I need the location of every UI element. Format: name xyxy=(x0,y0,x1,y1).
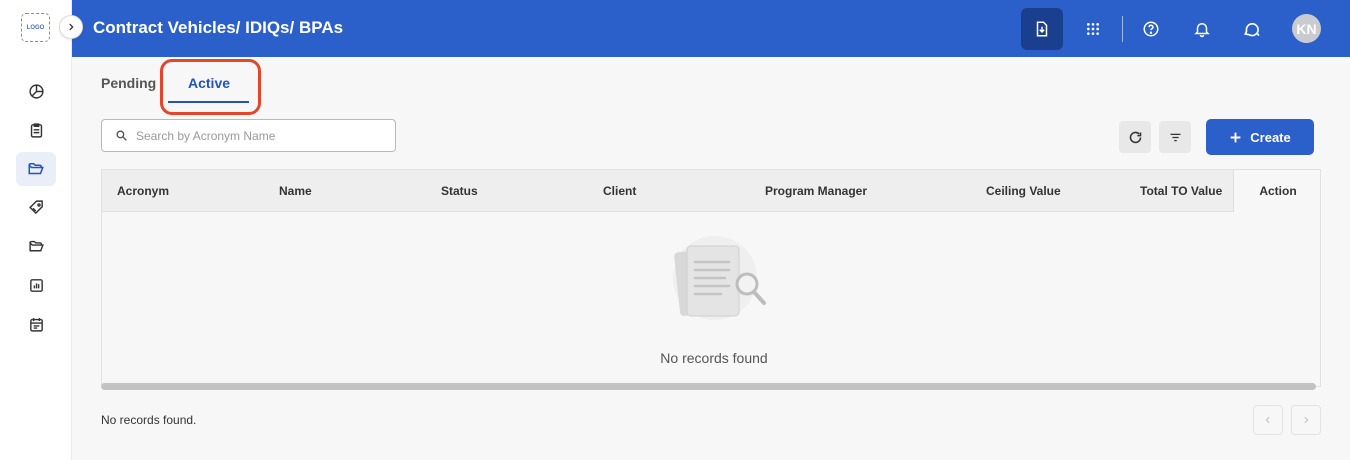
sidebar-item-contract-vehicles[interactable] xyxy=(16,152,56,186)
chevron-right-icon xyxy=(1304,416,1309,424)
sidebar-item-folders[interactable] xyxy=(16,229,56,263)
top-header: Contract Vehicles/ IDIQs/ BPAs KN xyxy=(72,0,1350,57)
records-status-text: No records found. xyxy=(101,413,197,427)
apps-grid-icon xyxy=(1087,23,1099,35)
chat-button[interactable] xyxy=(1231,8,1273,50)
help-icon xyxy=(1143,21,1159,37)
table-header: Acronym Name Status Client Program Manag… xyxy=(102,170,1320,212)
sidebar-item-reports[interactable] xyxy=(16,268,56,302)
next-page-button[interactable] xyxy=(1291,405,1321,435)
refresh-icon xyxy=(1129,131,1141,143)
sidebar-item-tasks[interactable] xyxy=(16,113,56,147)
chat-icon xyxy=(1244,23,1260,37)
notifications-button[interactable] xyxy=(1181,8,1223,50)
empty-documents-icon xyxy=(673,236,766,320)
help-button[interactable] xyxy=(1130,8,1172,50)
chevron-left-icon xyxy=(1265,416,1270,424)
column-header-acronym[interactable]: Acronym xyxy=(117,184,169,198)
calendar-icon xyxy=(29,317,43,332)
horizontal-scrollbar[interactable] xyxy=(101,383,1316,390)
sidebar-item-dashboard[interactable] xyxy=(16,74,56,108)
user-avatar[interactable]: KN xyxy=(1292,14,1321,43)
chevron-right-icon xyxy=(69,23,74,31)
plus-icon xyxy=(1230,132,1241,142)
search-input[interactable] xyxy=(136,128,376,143)
column-header-ceiling-value[interactable]: Ceiling Value xyxy=(986,184,1061,198)
column-header-program-manager[interactable]: Program Manager xyxy=(765,184,867,198)
download-icon xyxy=(1036,21,1048,37)
sidebar: LOGO xyxy=(0,0,72,460)
search-icon xyxy=(116,130,127,141)
search-box[interactable] xyxy=(101,119,396,152)
folder-icon xyxy=(28,240,44,251)
logo-text: LOGO xyxy=(26,24,45,31)
empty-state-message: No records found xyxy=(660,350,768,366)
folder-open-icon xyxy=(28,163,44,175)
download-button[interactable] xyxy=(1021,8,1063,50)
bell-icon xyxy=(1194,23,1210,38)
sidebar-item-tags[interactable] xyxy=(16,190,56,224)
clipboard-icon xyxy=(30,122,42,138)
column-header-action: Action xyxy=(1233,170,1320,212)
dashboard-pie-icon xyxy=(28,83,44,99)
column-header-name[interactable]: Name xyxy=(279,184,312,198)
sidebar-expand-button[interactable] xyxy=(59,15,83,39)
apps-menu-button[interactable] xyxy=(1072,8,1114,50)
annotation-highlight xyxy=(160,59,261,115)
report-chart-icon xyxy=(29,278,43,292)
column-header-client[interactable]: Client xyxy=(603,184,636,198)
previous-page-button[interactable] xyxy=(1253,405,1283,435)
sidebar-item-calendar[interactable] xyxy=(16,307,56,341)
contracts-table: Acronym Name Status Client Program Manag… xyxy=(101,169,1321,387)
refresh-button[interactable] xyxy=(1119,121,1151,153)
header-divider xyxy=(1122,16,1123,42)
column-header-total-to-value[interactable]: Total TO Value xyxy=(1140,184,1222,198)
filter-button[interactable] xyxy=(1159,121,1191,153)
create-button-label: Create xyxy=(1250,129,1291,145)
app-logo[interactable]: LOGO xyxy=(21,13,50,42)
filter-icon xyxy=(1170,133,1180,141)
tag-icon xyxy=(28,199,43,214)
tab-pending[interactable]: Pending xyxy=(101,75,156,91)
column-header-status[interactable]: Status xyxy=(441,184,478,198)
page-title: Contract Vehicles/ IDIQs/ BPAs xyxy=(93,18,344,37)
create-button[interactable]: Create xyxy=(1206,119,1314,155)
